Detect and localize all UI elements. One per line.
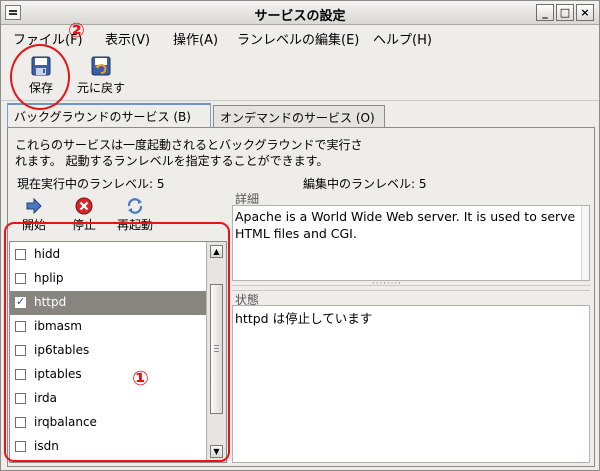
toolbar: 保存 元に戻す [1, 49, 599, 101]
annotation-circle-save [10, 44, 70, 110]
maximize-icon[interactable]: □ [556, 4, 574, 21]
minimize-icon[interactable]: _ [536, 4, 554, 21]
menu-help[interactable]: ヘルプ(H) [373, 29, 432, 48]
close-icon[interactable]: × [576, 4, 594, 21]
menu-bar: ファイル(F) 表示(V) 操作(A) ランレベルの編集(E) ヘルプ(H) [1, 26, 599, 48]
tab-on-demand-services[interactable]: オンデマンドのサービス (O) [213, 105, 385, 127]
menu-action[interactable]: 操作(A) [173, 29, 218, 48]
status-text: httpd は停止しています [232, 305, 590, 463]
title-bar: サービスの設定 _ □ × [1, 1, 599, 25]
editing-runlevel: 編集中のランレベル: 5 [303, 177, 427, 191]
description: これらのサービスは一度起動されるとバックグラウンドで実行さ れます。 起動するラ… [15, 138, 363, 168]
stop-icon [75, 197, 93, 215]
revert-label: 元に戻す [76, 81, 125, 95]
start-arrow-icon [26, 197, 42, 215]
details-scroll-track [581, 206, 589, 280]
revert-button[interactable]: 元に戻す [73, 55, 129, 96]
annotation-number-one: ① [132, 366, 149, 390]
revert-icon [91, 56, 111, 76]
menu-view[interactable]: 表示(V) [105, 29, 150, 48]
pane-splitter[interactable] [232, 279, 590, 291]
restart-icon [127, 198, 143, 214]
current-runlevel: 現在実行中のランレベル: 5 [17, 177, 165, 191]
annotation-box-services [4, 222, 230, 462]
menu-edit-runlevel[interactable]: ランレベルの編集(E) [237, 29, 359, 48]
window-title: サービスの設定 [254, 9, 346, 24]
details-text: Apache is a World Wide Web server. It is… [232, 205, 590, 281]
annotation-number-two: ② [68, 18, 85, 42]
